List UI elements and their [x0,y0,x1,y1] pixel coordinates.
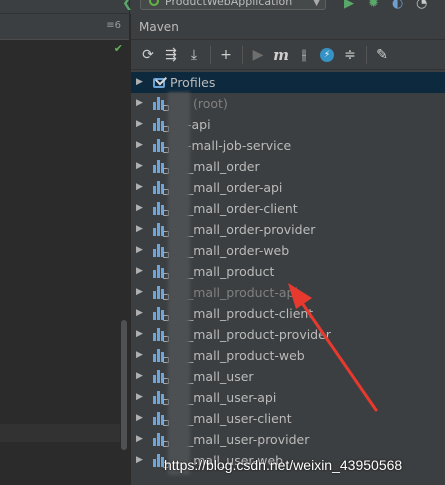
tree-item-label: _mall_product-web [187,348,305,363]
maven-module-icon [153,286,169,300]
back-arrow-icon[interactable]: ❮ [122,0,133,11]
run-configuration-select[interactable]: ProductWebApplication ▼ [140,0,326,10]
run-toolbar: ❮ ProductWebApplication ▼ ▶ ✹ ◐ ◔ [122,0,445,14]
reload-icon[interactable]: ⟳ [137,44,159,66]
expand-arrow-icon[interactable]: ▶ [136,135,143,156]
expand-arrow-icon[interactable]: ▶ [136,261,143,282]
skip-tests-icon[interactable]: ⚡ [316,44,338,66]
tree-item-label: _mall_product-api [187,285,298,300]
editor-pane: ≡6 ✔ [0,0,130,485]
maven-module-icon [153,202,169,216]
maven-module-icon [153,181,169,195]
tree-item-label: _mall_user [187,369,254,384]
chevron-down-icon: ▼ [313,0,320,8]
run-icon[interactable]: ▶ [344,0,354,11]
maven-module-icon [153,118,169,132]
expand-arrow-icon[interactable]: ▶ [136,177,143,198]
debug-icon[interactable]: ✹ [368,0,379,11]
expand-arrow-icon[interactable]: ▶ [136,219,143,240]
download-icon[interactable]: ⤓ [183,44,205,66]
maven-module-icon [153,244,169,258]
maven-module-icon [153,139,169,153]
editor-tab-row: ≡6 [0,14,129,40]
maven-module-icon [153,307,169,321]
maven-module-icon [153,349,169,363]
maven-module-icon [153,97,169,111]
tree-item-label: _mall_order-web [187,243,290,258]
profiles-icon [153,73,168,89]
tree-item-label: _mall_order-client [187,201,298,216]
maven-module-icon [153,391,169,405]
toolbar-separator [242,45,243,64]
expand-arrow-icon[interactable]: ▶ [136,282,143,303]
expand-arrow-icon[interactable]: ▶ [136,345,143,366]
expand-arrow-icon[interactable]: ▶ [136,93,143,114]
maven-module-icon [153,160,169,174]
add-icon[interactable]: + [215,44,237,66]
toolbar-separator [366,45,367,64]
expand-arrow-icon[interactable]: ▶ [136,366,143,387]
tree-item-label: -mall-job-service [187,138,292,153]
toolbar-separator [210,45,211,64]
maven-module-icon [153,370,169,384]
coverage-icon[interactable]: ◐ [392,0,403,11]
expand-arrow-icon[interactable]: ▶ [136,240,143,261]
maven-goal-icon[interactable]: m [270,44,292,66]
generate-sources-icon[interactable]: ⇶ [160,44,182,66]
current-line-highlight [0,424,120,442]
tree-item-label: _mall_user-provider [187,432,310,447]
toggle-offline-icon[interactable]: ⫲ [293,44,315,66]
tree-item-label: _mall_order [187,159,260,174]
tree-item-label: -api [187,117,211,132]
collapse-all-icon[interactable]: ≑ [339,44,361,66]
tree-item-label: _mall_order-provider [187,222,316,237]
tree-item-label: _mall_product [187,264,275,279]
tree-item-label: _mall_order-api [187,180,283,195]
run-configuration-label: ProductWebApplication [165,0,293,8]
editor-scrollbar[interactable] [121,320,127,450]
tree-item-label: Profiles [170,75,216,90]
tree-item-label: (root) [193,96,228,111]
run-icon[interactable]: ▶ [247,44,269,66]
maven-module-icon [153,433,169,447]
inspection-ok-icon: ✔ [113,42,123,55]
maven-module-icon [153,223,169,237]
spring-boot-icon [149,0,159,6]
expand-arrow-icon[interactable]: ▶ [136,156,143,177]
expand-arrow-icon[interactable]: ▶ [136,72,143,93]
maven-module-icon [153,265,169,279]
maven-panel-title: Maven [131,14,445,40]
expand-arrow-icon[interactable]: ▶ [136,198,143,219]
expand-arrow-icon[interactable]: ▶ [136,387,143,408]
profile-icon[interactable]: ◔ [416,0,427,11]
tab-list-icon[interactable]: ≡6 [106,20,121,31]
maven-toolbar: ⟳ ⇶ ⤓ + ▶ m ⫲ ⚡ ≑ ✎ [131,40,445,70]
expand-arrow-icon[interactable]: ▶ [136,303,143,324]
tree-item-label: _mall_user-api [187,390,277,405]
redaction-blur [168,92,190,475]
watermark-text: https://blog.csdn.net/weixin_43950568 [164,457,403,473]
expand-arrow-icon[interactable]: ▶ [136,408,143,429]
expand-arrow-icon[interactable]: ▶ [136,429,143,450]
tree-item-profiles[interactable]: ▶ Profiles [131,72,445,93]
tree-item-label: _mall_product-provider [187,327,331,342]
maven-module-icon [153,328,169,342]
editor-topbar [0,0,129,14]
expand-arrow-icon[interactable]: ▶ [136,324,143,345]
tree-item-label: _mall_product-client [187,306,314,321]
maven-module-icon [153,412,169,426]
tree-item-label: _mall_user-client [187,411,292,426]
expand-arrow-icon[interactable]: ▶ [136,450,143,471]
settings-wrench-icon[interactable]: ✎ [371,44,393,66]
expand-arrow-icon[interactable]: ▶ [136,114,143,135]
